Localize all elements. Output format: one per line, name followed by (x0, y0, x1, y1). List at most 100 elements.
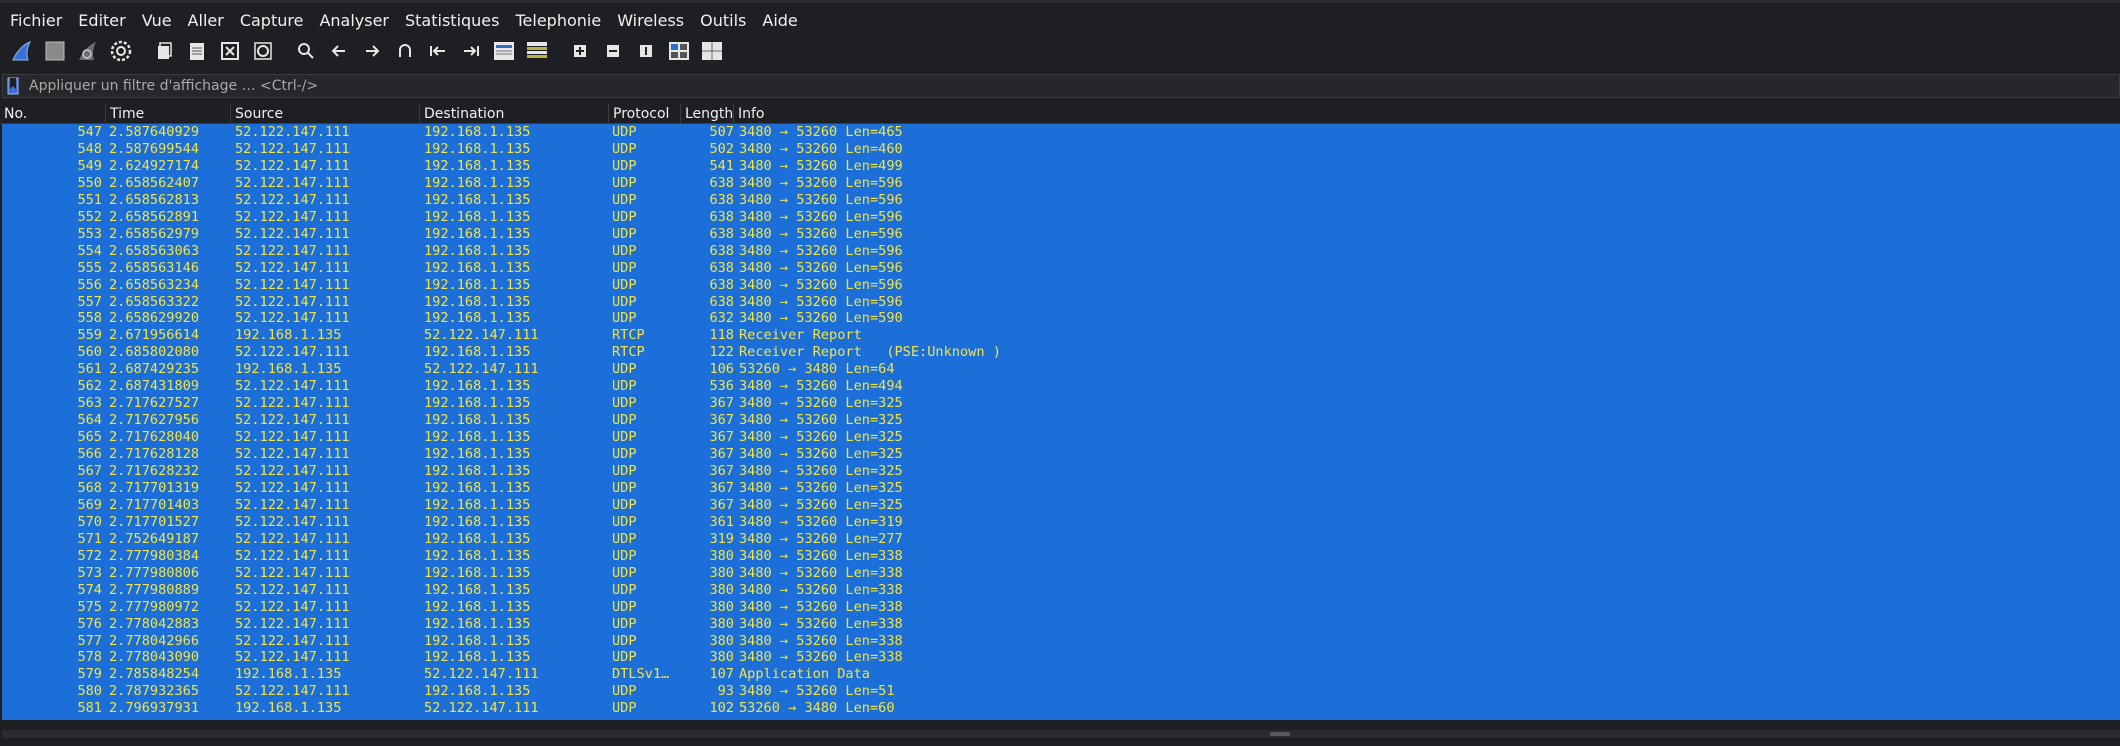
table-row[interactable]: 580 2.787932365 52.122.147.111 192.168.1.13… (2, 683, 2120, 700)
go-to-packet-icon[interactable] (391, 37, 419, 65)
packet-protocol: UDP (612, 293, 637, 310)
layout-icon[interactable] (698, 37, 726, 65)
table-row[interactable]: 570 2.717701527 52.122.147.111 192.168.1.13… (2, 514, 2120, 531)
table-row[interactable]: 576 2.778042883 52.122.147.111 192.168.1.13… (2, 616, 2120, 633)
packet-number: 567 (77, 463, 102, 479)
find-packet-icon[interactable] (292, 37, 320, 65)
packet-list[interactable]: 547 2.587640929 52.122.147.111 192.168.1.13… (2, 124, 2120, 720)
table-row[interactable]: 566 2.717628128 52.122.147.111 192.168.1.13… (2, 446, 2120, 463)
table-row[interactable]: 573 2.777980806 52.122.147.111 192.168.1.13… (2, 565, 2120, 582)
packet-protocol: UDP (612, 412, 637, 429)
table-row[interactable]: 568 2.717701319 52.122.147.111 192.168.1.13… (2, 480, 2120, 497)
go-forward-icon[interactable] (358, 37, 386, 65)
packet-info: 3480 → 53260 Len=325 (739, 479, 903, 496)
table-row[interactable]: 579 2.785848254 192.168.1.135 52.122.147.11… (2, 666, 2120, 683)
menu-analyser[interactable]: Analyser (313, 11, 395, 30)
menu-wireless[interactable]: Wireless (611, 11, 690, 30)
table-row[interactable]: 562 2.687431809 52.122.147.111 192.168.1.13… (2, 378, 2120, 395)
packet-destination: 192.168.1.135 (424, 564, 531, 581)
table-row[interactable]: 554 2.658563063 52.122.147.111 192.168.1.13… (2, 243, 2120, 260)
table-row[interactable]: 551 2.658562813 52.122.147.111 192.168.1.13… (2, 192, 2120, 209)
packet-info: 3480 → 53260 Len=596 (739, 174, 903, 191)
zoom-out-icon[interactable] (599, 37, 627, 65)
table-row[interactable]: 559 2.671956614 192.168.1.135 52.122.147.11… (2, 327, 2120, 344)
colorize-icon[interactable] (523, 37, 551, 65)
table-row[interactable]: 549 2.624927174 52.122.147.111 192.168.1.13… (2, 158, 2120, 175)
menu-aller[interactable]: Aller (182, 11, 230, 30)
table-row[interactable]: 574 2.777980889 52.122.147.111 192.168.1.13… (2, 582, 2120, 599)
packet-source: 52.122.147.111 (235, 632, 350, 649)
table-row[interactable]: 552 2.658562891 52.122.147.111 192.168.1.13… (2, 209, 2120, 226)
menu-aide[interactable]: Aide (756, 11, 803, 30)
column-header-length[interactable]: Length (680, 104, 737, 124)
table-row[interactable]: 575 2.777980972 52.122.147.111 192.168.1.13… (2, 599, 2120, 616)
menu-outils[interactable]: Outils (694, 11, 752, 30)
scrollbar-grip[interactable] (1270, 732, 1290, 736)
column-header-protocol[interactable]: Protocol (608, 104, 683, 124)
last-packet-icon[interactable] (457, 37, 485, 65)
table-row[interactable]: 569 2.717701403 52.122.147.111 192.168.1.13… (2, 497, 2120, 514)
column-header-time[interactable]: Time (105, 104, 231, 124)
packet-protocol: UDP (612, 242, 637, 259)
close-file-icon[interactable] (216, 37, 244, 65)
table-row[interactable]: 550 2.658562407 52.122.147.111 192.168.1.13… (2, 175, 2120, 192)
go-back-icon[interactable] (325, 37, 353, 65)
table-row[interactable]: 556 2.658563234 52.122.147.111 192.168.1.13… (2, 277, 2120, 294)
restart-fin-icon[interactable] (74, 37, 102, 65)
table-row[interactable]: 548 2.587699544 52.122.147.111 192.168.1.13… (2, 141, 2120, 158)
main-toolbar (0, 36, 2120, 66)
menu-editer[interactable]: Editer (72, 11, 131, 30)
table-row[interactable]: 557 2.658563322 52.122.147.111 192.168.1.13… (2, 294, 2120, 311)
bookmark-icon[interactable] (7, 76, 23, 96)
column-header-no[interactable]: No. (0, 104, 107, 124)
packet-number: 552 (77, 208, 102, 225)
menu-statistiques[interactable]: Statistiques (399, 11, 505, 30)
packet-destination: 52.122.147.111 (424, 666, 539, 683)
column-header-destination[interactable]: Destination (419, 104, 609, 124)
reload-file-icon[interactable] (249, 37, 277, 65)
table-row[interactable]: 572 2.777980384 52.122.147.111 192.168.1.13… (2, 548, 2120, 565)
capture-options-gear-icon[interactable] (107, 37, 135, 65)
packet-info: 3480 → 53260 Len=325 (739, 395, 903, 412)
table-row[interactable]: 567 2.717628232 52.122.147.111 192.168.1.13… (2, 463, 2120, 480)
resize-columns-icon[interactable] (665, 37, 693, 65)
first-packet-icon[interactable] (424, 37, 452, 65)
menu-capture[interactable]: Capture (234, 11, 310, 30)
table-row[interactable]: 555 2.658563146 52.122.147.111 192.168.1.13… (2, 260, 2120, 277)
menu-vue[interactable]: Vue (136, 11, 178, 30)
zoom-in-icon[interactable] (566, 37, 594, 65)
packet-destination: 192.168.1.135 (424, 513, 531, 530)
menu-telephonie[interactable]: Telephonie (509, 11, 607, 30)
open-file-icon[interactable] (150, 37, 178, 65)
display-filter-input[interactable] (29, 76, 2119, 96)
packet-number: 556 (77, 276, 102, 293)
packet-destination: 192.168.1.135 (424, 479, 531, 496)
packet-protocol: UDP (612, 547, 637, 564)
table-row[interactable]: 571 2.752649187 52.122.147.111 192.168.1.13… (2, 531, 2120, 548)
normal-size-icon[interactable] (632, 37, 660, 65)
save-file-icon[interactable] (183, 37, 211, 65)
table-row[interactable]: 565 2.717628040 52.122.147.111 192.168.1.13… (2, 429, 2120, 446)
table-row[interactable]: 578 2.778043090 52.122.147.111 192.168.1.13… (2, 649, 2120, 666)
table-row[interactable]: 560 2.685802080 52.122.147.111 192.168.1.13… (2, 344, 2120, 361)
table-row[interactable]: 563 2.717627527 52.122.147.111 192.168.1.13… (2, 395, 2120, 412)
column-header-info[interactable]: Info (733, 104, 2120, 124)
table-row[interactable]: 547 2.587640929 52.122.147.111 192.168.1.13… (2, 124, 2120, 141)
autoscroll-icon[interactable] (490, 37, 518, 65)
packet-number: 575 (77, 598, 102, 615)
table-row[interactable]: 581 2.796937931 192.168.1.135 52.122.147.11… (2, 700, 2120, 717)
table-row[interactable]: 558 2.658629920 52.122.147.111 192.168.1.13… (2, 310, 2120, 327)
menu-fichier[interactable]: Fichier (4, 11, 68, 30)
table-row[interactable]: 577 2.778042966 52.122.147.111 192.168.1.13… (2, 633, 2120, 650)
column-header-source[interactable]: Source (230, 104, 420, 124)
packet-info: Receiver Report (739, 327, 862, 344)
packet-source: 52.122.147.111 (235, 598, 350, 615)
table-row[interactable]: 561 2.687429235 192.168.1.135 52.122.147.11… (2, 361, 2120, 378)
horizontal-scrollbar[interactable] (2, 730, 2120, 738)
packet-info: Application Data (739, 666, 870, 683)
stop-square-icon[interactable] (41, 37, 69, 65)
packet-destination: 192.168.1.135 (424, 632, 531, 649)
shark-fin-start-icon[interactable] (8, 37, 36, 65)
table-row[interactable]: 564 2.717627956 52.122.147.111 192.168.1.13… (2, 412, 2120, 429)
table-row[interactable]: 553 2.658562979 52.122.147.111 192.168.1.13… (2, 226, 2120, 243)
